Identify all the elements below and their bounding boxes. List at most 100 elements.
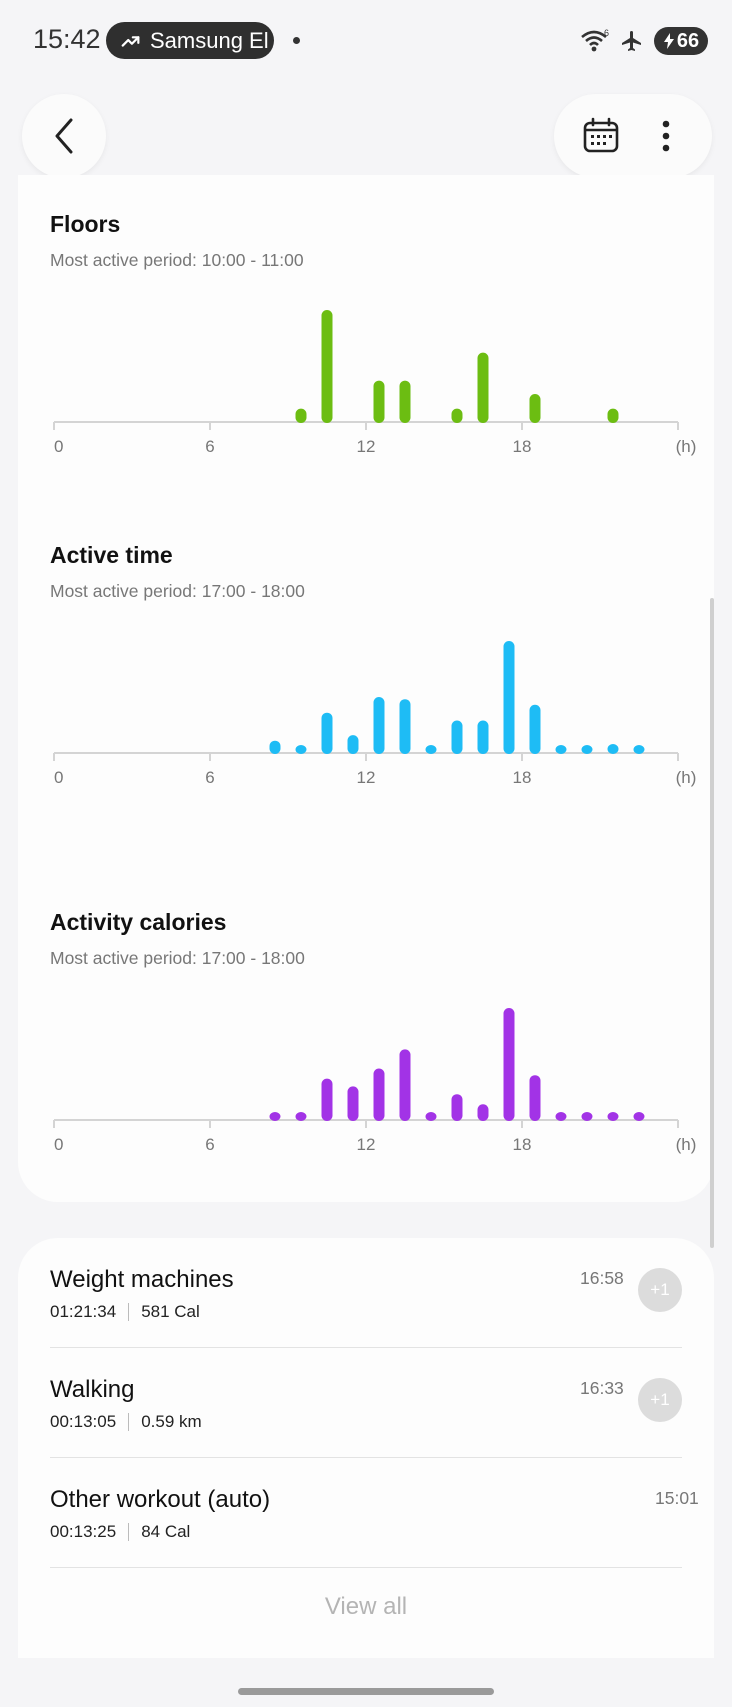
more-workouts-badge[interactable]: +1: [638, 1268, 682, 1312]
x-tick-label: 12: [357, 437, 376, 456]
workout-detail: 84 Cal: [141, 1522, 191, 1541]
activity-calories-chart-section: Activity calories Most active period: 17…: [50, 909, 710, 1154]
chart-bar: [529, 394, 541, 423]
floors-bar-chart: 0 6 12 18 (h): [53, 310, 697, 456]
chart-bar: [607, 744, 619, 754]
x-tick-label: 12: [357, 1135, 376, 1154]
workout-meta: 00:13:25 84 Cal: [50, 1522, 190, 1542]
airplane-mode-icon: [622, 31, 641, 51]
notification-label: Samsung El: [150, 27, 269, 53]
more-workouts-badge[interactable]: +1: [638, 1378, 682, 1422]
chevron-left-icon: [55, 118, 73, 154]
x-tick-label: 18: [513, 437, 532, 456]
more-vertical-icon: [662, 120, 669, 152]
workout-duration: 01:21:34: [50, 1302, 117, 1321]
scrollbar[interactable]: [710, 598, 714, 1248]
chart-bar: [477, 352, 489, 423]
x-unit-label: (h): [676, 437, 697, 456]
chart-bar: [295, 408, 307, 423]
chart-bar: [399, 380, 411, 423]
chart-bar: [321, 1078, 333, 1121]
status-icons: 6 66: [580, 26, 708, 56]
workout-meta: 00:13:05 0.59 km: [50, 1412, 202, 1432]
chart-subtitle: Most active period: 17:00 - 18:00: [50, 948, 305, 968]
toolbar-actions: [554, 94, 712, 178]
workout-item[interactable]: Other workout (auto) 00:13:25 84 Cal 15:…: [50, 1458, 699, 1568]
chart-bar: [529, 704, 541, 754]
chart-bar: [347, 1086, 359, 1121]
floors-chart-section: Floors Most active period: 10:00 - 11:00…: [50, 211, 710, 456]
chart-bar: [555, 745, 567, 754]
view-all-button[interactable]: View all: [18, 1593, 714, 1621]
chart-bar: [633, 1112, 645, 1121]
hourly-charts-card: Floors Most active period: 10:00 - 11:00…: [18, 175, 714, 1202]
chart-bar: [373, 1068, 385, 1121]
chart-bar: [373, 380, 385, 423]
back-button[interactable]: [22, 94, 106, 178]
chart-bar: [451, 720, 463, 754]
workout-duration: 00:13:05: [50, 1412, 117, 1431]
battery-level: 66: [676, 29, 700, 52]
x-tick-label: 0: [54, 1135, 63, 1154]
workout-name: Weight machines: [50, 1266, 234, 1293]
chart-bar: [607, 1112, 619, 1121]
x-tick-label: 18: [513, 768, 532, 787]
chart-bar: [581, 1112, 593, 1121]
chart-bar: [321, 712, 333, 754]
chart-bar: [399, 699, 411, 754]
chart-bar: [529, 1075, 541, 1121]
chart-bar: [269, 1112, 281, 1121]
chart-bar: [581, 745, 593, 754]
meta-divider: [128, 1303, 130, 1321]
screen: 15:42 Samsung El 6 66 Floors Most active…: [0, 0, 732, 1707]
active-time-bar-chart: 0 6 12 18 (h): [53, 641, 696, 787]
calendar-button[interactable]: [576, 111, 626, 161]
divider: [50, 1567, 682, 1568]
calendar-icon: [583, 117, 618, 153]
chart-bar: [451, 408, 463, 423]
x-tick-label: 12: [357, 768, 376, 787]
chart-bar: [425, 1112, 437, 1121]
workout-time: 16:33: [580, 1378, 624, 1398]
workout-name: Other workout (auto): [50, 1486, 271, 1513]
x-tick-label: 6: [205, 1135, 214, 1154]
meta-divider: [128, 1413, 130, 1431]
workout-item[interactable]: Walking 00:13:05 0.59 km 16:33 +1: [50, 1348, 682, 1458]
workout-time: 15:01: [655, 1488, 699, 1508]
chart-bar: [451, 1094, 463, 1121]
chart-bar: [269, 740, 281, 754]
x-tick-label: 0: [54, 768, 63, 787]
workout-detail: 0.59 km: [141, 1412, 202, 1431]
chart-bar: [503, 641, 515, 754]
chart-title: Active time: [50, 542, 173, 568]
status-bar: 15:42 Samsung El 6 66: [0, 0, 732, 80]
chart-bar: [347, 735, 359, 754]
status-time: 15:42: [33, 24, 101, 54]
chart-bar: [633, 745, 645, 754]
x-unit-label: (h): [676, 1135, 697, 1154]
active-time-chart-section: Active time Most active period: 17:00 - …: [50, 542, 710, 787]
x-tick-label: 18: [513, 1135, 532, 1154]
more-options-button[interactable]: [641, 111, 691, 161]
chart-title: Activity calories: [50, 909, 227, 935]
notification-pill[interactable]: Samsung El: [106, 22, 274, 59]
workout-item[interactable]: Weight machines 01:21:34 581 Cal 16:58 +…: [50, 1238, 682, 1348]
home-indicator[interactable]: [238, 1688, 494, 1695]
trending-up-icon: [121, 35, 140, 47]
chart-bar: [425, 745, 437, 754]
x-tick-label: 0: [54, 437, 63, 456]
x-tick-label: 6: [205, 768, 214, 787]
chart-bar: [295, 1112, 307, 1121]
chart-bar: [321, 310, 333, 423]
notification-dot: [293, 37, 300, 44]
chart-bar: [477, 720, 489, 754]
x-tick-label: 6: [205, 437, 214, 456]
chart-title: Floors: [50, 211, 121, 237]
meta-divider: [128, 1523, 130, 1541]
workout-detail: 581 Cal: [141, 1302, 200, 1321]
workout-duration: 00:13:25: [50, 1522, 117, 1541]
chart-bar: [503, 1008, 515, 1121]
svg-text:6: 6: [604, 28, 609, 38]
battery-indicator: 66: [654, 27, 708, 55]
workout-time: 16:58: [580, 1268, 624, 1288]
